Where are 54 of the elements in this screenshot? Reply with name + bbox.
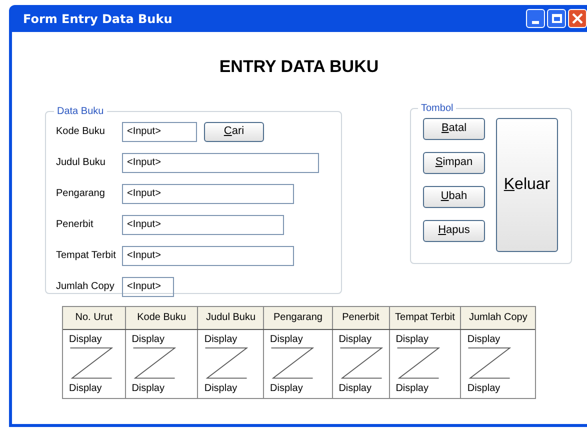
close-button[interactable] — [568, 9, 587, 28]
field-label: Pengarang — [56, 187, 106, 201]
line-drawing — [69, 346, 113, 380]
table-cell-text: Display — [396, 332, 430, 346]
input-field[interactable]: <Input> — [122, 246, 294, 266]
input-field[interactable]: <Input> — [122, 276, 174, 296]
line-drawing — [270, 346, 314, 380]
table-cell-text: Display — [69, 382, 103, 396]
table-cell-text: Display — [338, 332, 372, 346]
table-cell-text: Display — [396, 382, 430, 396]
column-header: Kode Buku — [126, 306, 198, 328]
field-label: Penerbit — [56, 218, 94, 232]
line-drawing — [338, 346, 383, 380]
group-legend: Tombol — [418, 100, 456, 116]
column-header: Tempat Terbit — [390, 306, 462, 328]
table-cell-text: Display — [132, 382, 166, 396]
input-field[interactable]: <Input> — [122, 152, 319, 172]
table-cell-text: Display — [467, 332, 502, 346]
search-button[interactable]: Cari — [204, 122, 264, 142]
group-legend: Data Buku — [54, 104, 107, 118]
column-header: Penerbit — [332, 306, 390, 328]
minimize-button[interactable] — [526, 9, 545, 28]
table-cell-text: Display — [270, 382, 304, 396]
field-label: Tempat Terbit — [56, 249, 117, 263]
form-heading: ENTRY DATA BUKU — [219, 56, 379, 78]
table-cell-text: Display — [204, 382, 238, 396]
action-button[interactable]: Batal — [423, 118, 485, 140]
line-drawing — [396, 346, 440, 380]
column-header: Pengarang — [264, 306, 333, 328]
line-drawing — [467, 346, 512, 380]
table-cell-text: Display — [204, 332, 238, 346]
close-icon — [572, 13, 583, 24]
action-button[interactable]: Ubah — [423, 186, 485, 208]
action-button[interactable]: Hapus — [423, 220, 485, 242]
field-label: Jumlah Copy — [56, 280, 116, 294]
table-cell-text: Display — [467, 382, 502, 396]
window-title: Form Entry Data Buku — [23, 10, 172, 28]
table-cell-text: Display — [270, 332, 304, 346]
action-button[interactable]: Simpan — [423, 152, 485, 174]
maximize-button[interactable] — [547, 9, 566, 28]
input-field[interactable]: <Input> — [122, 184, 294, 204]
table-cell-text: Display — [338, 382, 372, 396]
column-header: Judul Buku — [198, 306, 264, 328]
table-cell-text: Display — [69, 332, 103, 346]
line-drawing — [204, 346, 248, 380]
field-label: Judul Buku — [56, 156, 106, 170]
column-header: No. Urut — [63, 306, 126, 328]
field-label: Kode Buku — [56, 125, 106, 139]
input-field[interactable]: <Input> — [122, 214, 284, 234]
line-drawing — [132, 346, 176, 380]
table-cell-text: Display — [132, 332, 166, 346]
column-header: Jumlah Copy — [468, 311, 528, 325]
input-field[interactable]: <Input> — [122, 122, 197, 142]
exit-button[interactable]: Keluar — [496, 118, 558, 252]
